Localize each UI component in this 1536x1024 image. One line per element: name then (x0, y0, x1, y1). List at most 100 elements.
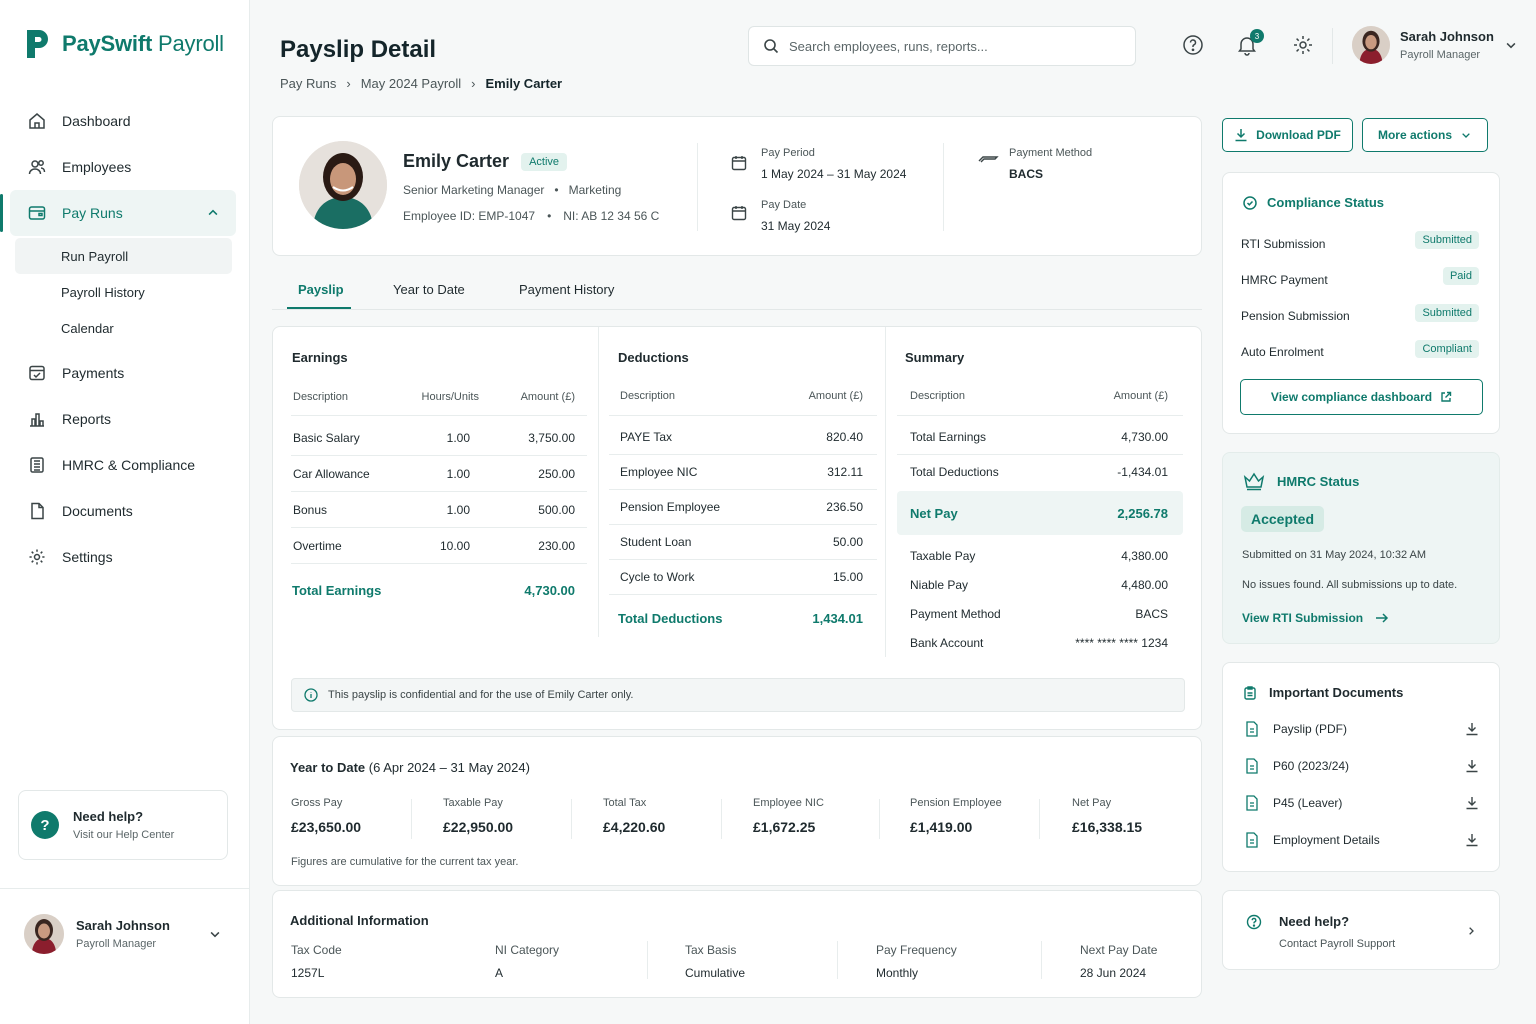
chevron-right-icon (1469, 927, 1474, 935)
divider (897, 454, 1183, 455)
file-icon (1246, 832, 1258, 848)
more-actions-button[interactable]: More actions (1362, 118, 1488, 152)
nav-reports[interactable]: Reports (0, 396, 250, 442)
deduction-desc: Cycle to Work (620, 570, 695, 584)
help-subtitle: Visit our Help Center (73, 829, 175, 841)
sidebar-help-card[interactable]: ? Need help? Visit our Help Center (18, 790, 228, 860)
ytd-item: Taxable Pay £22,950.00 (443, 797, 513, 835)
compliance-label: HMRC Payment (1241, 273, 1328, 287)
ytd-label: Taxable Pay (443, 797, 503, 809)
earnings-desc: Basic Salary (293, 431, 360, 445)
divider (1041, 941, 1042, 979)
nav-pay-runs[interactable]: Pay Runs (0, 190, 236, 236)
earnings-desc: Overtime (293, 539, 342, 553)
employee-photo (299, 141, 387, 229)
divider (1039, 799, 1040, 839)
deductions-header-description: Description (620, 390, 676, 402)
ytd-heading: Year to Date (6 Apr 2024 – 31 May 2024) (290, 760, 530, 775)
divider (609, 489, 877, 490)
nav-employees[interactable]: Employees (0, 144, 250, 190)
status-badge: Submitted (1415, 231, 1479, 249)
divider (291, 491, 587, 492)
sidebar-user-name: Sarah Johnson (76, 917, 170, 933)
list-item[interactable]: P60 (2023/24) (1245, 754, 1479, 778)
chevron-down-icon[interactable] (208, 927, 222, 941)
search-icon (764, 39, 779, 54)
active-tab-indicator (287, 307, 351, 309)
total-deductions-label: Total Deductions (618, 611, 723, 626)
list-item[interactable]: Payslip (PDF) (1245, 717, 1479, 741)
deduction-amount: 50.00 (832, 535, 863, 549)
nav-calendar[interactable]: Calendar (0, 310, 250, 346)
download-icon[interactable] (1465, 759, 1479, 773)
summary-desc: Taxable Pay (910, 549, 976, 563)
earnings-amount: 250.00 (538, 467, 575, 481)
payslip-card: Earnings Description Hours/Units Amount … (272, 326, 1202, 730)
support-card[interactable]: Need help? Contact Payroll Support (1222, 890, 1500, 970)
confidential-text: This payslip is confidential and for the… (328, 689, 634, 701)
tab-year-to-date[interactable]: Year to Date (393, 282, 465, 297)
dot-separator: • (554, 183, 559, 197)
info-label: Next Pay Date (1080, 943, 1158, 957)
chevron-down-icon (1506, 42, 1516, 49)
employee-card: Emily Carter Active Senior Marketing Man… (272, 116, 1202, 256)
avatar (1352, 26, 1390, 64)
info-value: Monthly (876, 966, 919, 980)
more-actions-label: More actions (1377, 128, 1452, 142)
view-compliance-label: View compliance dashboard (1270, 390, 1433, 404)
help-title: Need help? (73, 809, 144, 824)
view-compliance-dashboard-button[interactable]: View compliance dashboard (1240, 379, 1483, 415)
search-input[interactable] (789, 38, 1135, 54)
download-icon[interactable] (1465, 833, 1479, 847)
deduction-desc: Student Loan (620, 535, 692, 549)
brand-name: PaySwift Payroll (62, 31, 224, 56)
divider (291, 563, 587, 564)
nav-payroll-history[interactable]: Payroll History (0, 274, 250, 310)
nav-run-payroll[interactable]: Run Payroll (15, 238, 232, 274)
employee-title: Senior Marketing Manager (403, 183, 545, 197)
breadcrumb-pay-runs[interactable]: Pay Runs (280, 76, 336, 91)
brand[interactable]: PaySwift Payroll (24, 28, 224, 60)
clipboard-icon (1244, 685, 1256, 700)
divider (697, 143, 698, 231)
deduction-amount: 312.11 (827, 465, 863, 479)
view-rti-submission-link[interactable]: View RTI Submission (1242, 611, 1389, 625)
help-circle-icon[interactable] (1182, 34, 1204, 56)
info-value: 1257L (291, 966, 325, 980)
tab-payslip[interactable]: Payslip (298, 282, 344, 297)
gear-icon[interactable] (1292, 34, 1314, 56)
sidebar-user[interactable]: Sarah Johnson Payroll Manager (0, 888, 250, 978)
compliance-header: Compliance Status (1243, 195, 1384, 210)
tab-payment-history[interactable]: Payment History (519, 282, 614, 297)
nav-settings[interactable]: Settings (0, 534, 250, 580)
sidebar-user-role: Payroll Manager (76, 937, 157, 950)
download-icon[interactable] (1465, 796, 1479, 810)
earnings-units: 1.00 (446, 431, 470, 445)
divider (411, 799, 412, 839)
chevron-up-icon[interactable] (206, 206, 220, 220)
list-item[interactable]: P45 (Leaver) (1245, 791, 1479, 815)
compliance-label: RTI Submission (1241, 237, 1326, 251)
list-item[interactable]: Employment Details (1245, 828, 1479, 852)
compliance-label: Auto Enrolment (1241, 345, 1324, 359)
download-icon[interactable] (1465, 722, 1479, 736)
notifications-button[interactable]: 3 (1236, 29, 1264, 56)
search-box[interactable] (748, 26, 1136, 66)
deduction-desc: PAYE Tax (620, 430, 673, 444)
document-name: P60 (2023/24) (1273, 759, 1350, 773)
page-title: Payslip Detail (280, 36, 437, 63)
info-item: Pay Frequency Monthly (876, 943, 957, 980)
nav-dashboard[interactable]: Dashboard (0, 98, 250, 144)
building-icon (30, 457, 44, 473)
ytd-value: £23,650.00 (291, 819, 362, 835)
ytd-label: Pension Employee (910, 797, 1002, 809)
calendar-icon (731, 156, 747, 171)
download-pdf-button[interactable]: Download PDF (1222, 118, 1353, 152)
nav-payments[interactable]: Payments (0, 350, 250, 396)
breadcrumb-may-2024-payroll[interactable]: May 2024 Payroll (361, 76, 461, 91)
header-user-menu[interactable]: Sarah Johnson Payroll Manager (1352, 26, 1518, 64)
nav-documents[interactable]: Documents (0, 488, 250, 534)
nav-hmrc-compliance[interactable]: HMRC & Compliance (0, 442, 250, 488)
employee-id: Employee ID: EMP-1047 (403, 209, 536, 223)
divider (609, 415, 877, 416)
